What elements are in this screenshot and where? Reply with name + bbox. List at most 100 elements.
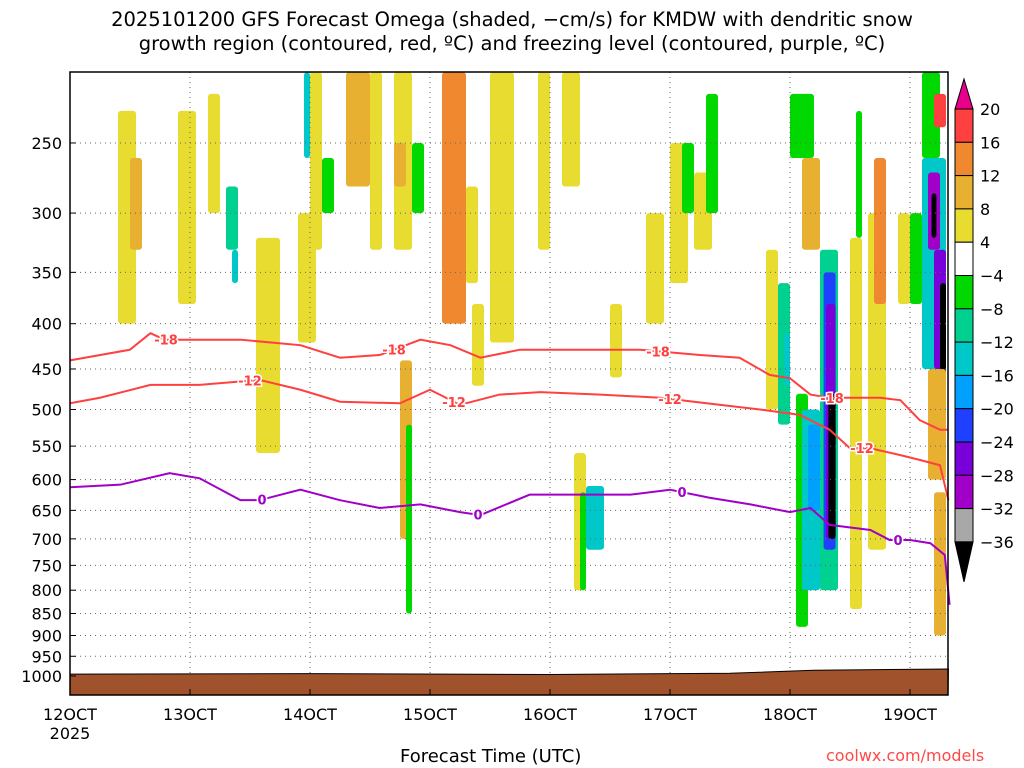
x-axis-label: Forecast Time (UTC): [400, 746, 582, 767]
omega-patch: [130, 158, 142, 250]
omega-patch: [766, 249, 778, 410]
x-tick-label: 19OCT: [883, 705, 937, 724]
omega-time-height-plot: -18 -18 -18 -18 -12 -12 -12 -12 0 0 0 0 250 300 350 40…: [21, 71, 1014, 743]
omega-patch: [208, 93, 220, 214]
y-tick-label: 600: [31, 471, 62, 490]
contour-label: -12: [238, 375, 262, 390]
omega-patch: [466, 186, 478, 284]
y-tick-label: 800: [31, 581, 62, 600]
omega-patch: [931, 193, 937, 238]
x-tick-label: 17OCT: [643, 705, 697, 724]
x-tick-label: 16OCT: [523, 705, 577, 724]
colorbar-arrow-down: [954, 541, 974, 583]
colorbar-label: 16: [980, 133, 1000, 152]
omega-patch: [538, 72, 550, 250]
colorbar-swatch: [954, 141, 974, 177]
colorbar-label: −24: [980, 433, 1014, 452]
y-tick-label: 400: [31, 315, 62, 334]
omega-patch: [802, 158, 820, 250]
colorbar-arrow-up: [954, 77, 974, 110]
omega-patch: [178, 110, 196, 304]
omega-patch: [304, 72, 310, 159]
colorbar-swatch: [954, 508, 974, 543]
omega-patch: [562, 72, 580, 187]
colorbar-swatch: [954, 175, 974, 210]
omega-patch: [370, 72, 382, 250]
colorbar-label: 4: [980, 233, 990, 252]
omega-patch: [442, 72, 466, 324]
y-tick-label: 500: [31, 400, 62, 419]
colorbar-swatch: [954, 241, 974, 276]
contour-label: 0: [893, 534, 902, 549]
colorbar-label: −16: [980, 366, 1014, 385]
omega-patch: [322, 158, 334, 214]
omega-patch: [490, 72, 514, 343]
omega-patch: [394, 142, 406, 187]
y-tick-label: 350: [31, 263, 62, 282]
omega-patch: [682, 142, 694, 214]
contour-label: 0: [677, 486, 686, 501]
colorbar-swatch: [954, 308, 974, 343]
omega-patch: [874, 158, 886, 304]
contour-label: -18: [382, 344, 406, 359]
y-tick-label: 650: [31, 501, 62, 520]
x-year-label: 2025: [50, 724, 91, 743]
omega-patch: [808, 424, 820, 511]
x-tick-label: 12OCT: [43, 705, 97, 724]
colorbar: 20 16 12 8 4 −4 −8 −12 −16 −20 −24 −28 −32 −36: [954, 77, 1014, 583]
omega-shading: [118, 72, 946, 636]
y-tick-label: 700: [31, 530, 62, 549]
colorbar-label: −32: [980, 500, 1014, 519]
colorbar-swatch: [954, 208, 974, 243]
colorbar-label: −36: [980, 533, 1014, 552]
y-tick-label: 250: [31, 134, 62, 153]
colorbar-label: 12: [980, 167, 1000, 186]
y-tick-label: 750: [31, 556, 62, 575]
colorbar-swatch: [954, 474, 974, 510]
omega-patch: [472, 303, 484, 386]
colorbar-swatch: [954, 408, 974, 443]
x-tick-label: 13OCT: [163, 705, 217, 724]
colorbar-swatch: [954, 374, 974, 410]
y-tick-label: 900: [31, 626, 62, 645]
ground-terrain: [69, 668, 949, 696]
y-axis: 250 300 350 400 450 500 550 600 650 700 750 800 850 9…: [21, 134, 76, 686]
x-tick-label: 18OCT: [763, 705, 817, 724]
omega-patch: [232, 249, 238, 284]
omega-patch: [610, 303, 622, 378]
omega-patch: [226, 186, 238, 250]
x-tick-label: 14OCT: [283, 705, 337, 724]
colorbar-swatch: [954, 108, 974, 143]
y-tick-label: 1000: [21, 667, 62, 686]
omega-patch: [646, 213, 664, 324]
omega-patch: [790, 93, 814, 159]
colorbar-label: 8: [980, 200, 990, 219]
omega-patch: [580, 492, 586, 591]
colorbar-label: −20: [980, 400, 1014, 419]
contour-label: -18: [646, 345, 670, 360]
omega-patch: [850, 237, 862, 609]
y-tick-label: 450: [31, 360, 62, 379]
contour-label: -12: [658, 393, 682, 408]
omega-patch: [310, 72, 322, 250]
omega-patch: [828, 393, 836, 539]
colorbar-label: −4: [980, 267, 1004, 286]
omega-patch: [346, 72, 370, 187]
omega-patch: [856, 110, 862, 238]
omega-patch: [706, 93, 718, 214]
credit-link[interactable]: coolwx.com/models: [826, 746, 984, 765]
colorbar-label: −8: [980, 300, 1004, 319]
contour-label: -12: [442, 396, 466, 411]
contour-label: 0: [257, 494, 266, 509]
x-axis: 12OCT 13OCT 14OCT 15OCT 16OCT 17OCT 18OCT 19OCT…: [43, 689, 937, 743]
ground-layer: [69, 668, 949, 696]
contour-label: -12: [850, 442, 874, 457]
omega-patch: [910, 213, 922, 304]
colorbar-label: −28: [980, 466, 1014, 485]
contour-label: -18: [820, 392, 844, 407]
y-tick-label: 850: [31, 605, 62, 624]
y-tick-label: 550: [31, 437, 62, 456]
omega-patch: [412, 142, 424, 214]
colorbar-label: −12: [980, 333, 1014, 352]
contour-label: 0: [473, 509, 482, 524]
